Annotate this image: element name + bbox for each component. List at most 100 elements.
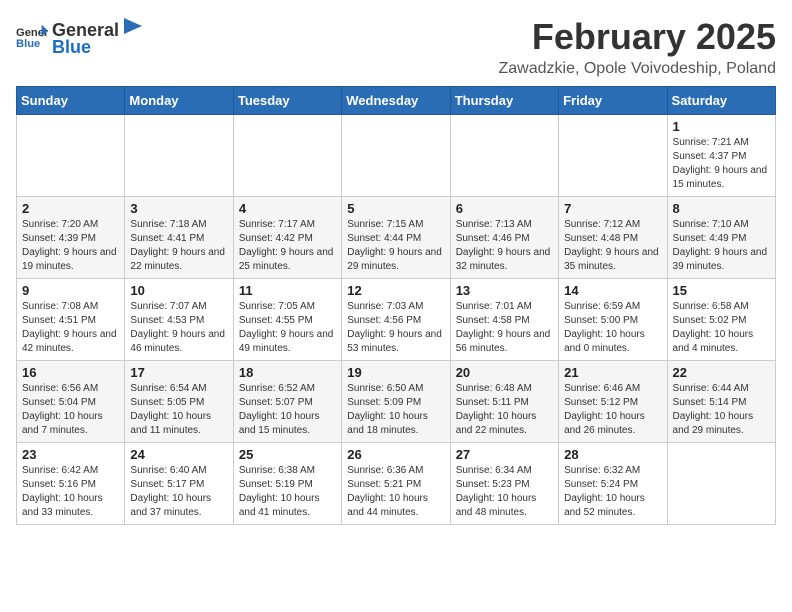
day-number: 2 <box>22 201 119 216</box>
day-number: 3 <box>130 201 227 216</box>
weekday-header-thursday: Thursday <box>450 87 558 115</box>
calendar-cell <box>233 115 341 197</box>
day-number: 28 <box>564 447 661 462</box>
calendar-cell: 7 Sunrise: 7:12 AM Sunset: 4:48 PM Daylig… <box>559 197 667 279</box>
day-number: 24 <box>130 447 227 462</box>
day-number: 15 <box>673 283 770 298</box>
calendar-cell: 17Sunrise: 6:54 AM Sunset: 5:05 PM Dayli… <box>125 361 233 443</box>
calendar-cell <box>667 443 775 525</box>
day-detail: Sunrise: 6:50 AM Sunset: 5:09 PM Dayligh… <box>347 382 444 438</box>
calendar-cell: 11 Sunrise: 7:05 AM Sunset: 4:55 PM Dayli… <box>233 279 341 361</box>
calendar-cell: 6Sunrise: 7:13 AM Sunset: 4:46 PM Daylig… <box>450 197 558 279</box>
day-detail: Sunrise: 7:08 AM Sunset: 4:51 PM Dayligh… <box>22 300 119 356</box>
calendar-cell: 19 Sunrise: 6:50 AM Sunset: 5:09 PM Dayli… <box>342 361 450 443</box>
weekday-header-monday: Monday <box>125 87 233 115</box>
calendar-cell: 1 Sunrise: 7:21 AM Sunset: 4:37 PM Daylig… <box>667 115 775 197</box>
calendar-cell: 8Sunrise: 7:10 AM Sunset: 4:49 PM Daylig… <box>667 197 775 279</box>
day-detail: Sunrise: 7:13 AM Sunset: 4:46 PM Dayligh… <box>456 218 553 274</box>
calendar-week-row: 1 Sunrise: 7:21 AM Sunset: 4:37 PM Daylig… <box>17 115 776 197</box>
day-number: 13 <box>456 283 553 298</box>
day-detail: Sunrise: 6:36 AM Sunset: 5:21 PM Dayligh… <box>347 464 444 520</box>
day-number: 27 <box>456 447 553 462</box>
day-number: 21 <box>564 365 661 380</box>
calendar-cell <box>125 115 233 197</box>
day-detail: Sunrise: 7:12 AM Sunset: 4:48 PM Dayligh… <box>564 218 661 274</box>
day-detail: Sunrise: 6:48 AM Sunset: 5:11 PM Dayligh… <box>456 382 553 438</box>
day-detail: Sunrise: 6:40 AM Sunset: 5:17 PM Dayligh… <box>130 464 227 520</box>
day-number: 5 <box>347 201 444 216</box>
calendar-cell: 24 Sunrise: 6:40 AM Sunset: 5:17 PM Dayli… <box>125 443 233 525</box>
title-area: February 2025 Zawadzkie, Opole Voivodesh… <box>498 16 776 78</box>
calendar-cell: 26 Sunrise: 6:36 AM Sunset: 5:21 PM Dayli… <box>342 443 450 525</box>
calendar-cell: 25 Sunrise: 6:38 AM Sunset: 5:19 PM Dayli… <box>233 443 341 525</box>
calendar-cell: 13 Sunrise: 7:01 AM Sunset: 4:58 PM Dayli… <box>450 279 558 361</box>
calendar-cell: 3 Sunrise: 7:18 AM Sunset: 4:41 PM Daylig… <box>125 197 233 279</box>
day-detail: Sunrise: 7:21 AM Sunset: 4:37 PM Dayligh… <box>673 136 770 192</box>
calendar-cell: 10 Sunrise: 7:07 AM Sunset: 4:53 PM Dayli… <box>125 279 233 361</box>
day-number: 1 <box>673 119 770 134</box>
day-number: 19 <box>347 365 444 380</box>
day-number: 11 <box>239 283 336 298</box>
day-number: 12 <box>347 283 444 298</box>
day-detail: Sunrise: 6:32 AM Sunset: 5:24 PM Dayligh… <box>564 464 661 520</box>
calendar-cell: 14Sunrise: 6:59 AM Sunset: 5:00 PM Dayli… <box>559 279 667 361</box>
day-number: 7 <box>564 201 661 216</box>
calendar-cell: 15 Sunrise: 6:58 AM Sunset: 5:02 PM Dayli… <box>667 279 775 361</box>
calendar-cell: 27 Sunrise: 6:34 AM Sunset: 5:23 PM Dayli… <box>450 443 558 525</box>
day-detail: Sunrise: 6:44 AM Sunset: 5:14 PM Dayligh… <box>673 382 770 438</box>
calendar-week-row: 9 Sunrise: 7:08 AM Sunset: 4:51 PM Daylig… <box>17 279 776 361</box>
calendar-table: SundayMondayTuesdayWednesdayThursdayFrid… <box>16 86 776 525</box>
svg-text:Blue: Blue <box>16 38 40 50</box>
month-title: February 2025 <box>498 16 776 58</box>
calendar-week-row: 23 Sunrise: 6:42 AM Sunset: 5:16 PM Dayli… <box>17 443 776 525</box>
day-detail: Sunrise: 7:07 AM Sunset: 4:53 PM Dayligh… <box>130 300 227 356</box>
calendar-cell: 21 Sunrise: 6:46 AM Sunset: 5:12 PM Dayli… <box>559 361 667 443</box>
day-number: 9 <box>22 283 119 298</box>
calendar-cell: 2 Sunrise: 7:20 AM Sunset: 4:39 PM Daylig… <box>17 197 125 279</box>
calendar-cell: 16 Sunrise: 6:56 AM Sunset: 5:04 PM Dayli… <box>17 361 125 443</box>
calendar-cell: 23 Sunrise: 6:42 AM Sunset: 5:16 PM Dayli… <box>17 443 125 525</box>
day-number: 25 <box>239 447 336 462</box>
weekday-header-friday: Friday <box>559 87 667 115</box>
day-detail: Sunrise: 7:20 AM Sunset: 4:39 PM Dayligh… <box>22 218 119 274</box>
weekday-header-saturday: Saturday <box>667 87 775 115</box>
day-detail: Sunrise: 6:46 AM Sunset: 5:12 PM Dayligh… <box>564 382 661 438</box>
day-detail: Sunrise: 6:56 AM Sunset: 5:04 PM Dayligh… <box>22 382 119 438</box>
calendar-cell <box>342 115 450 197</box>
header-area: General Blue General Blue February 2025 … <box>16 16 776 78</box>
day-detail: Sunrise: 6:52 AM Sunset: 5:07 PM Dayligh… <box>239 382 336 438</box>
day-number: 17 <box>130 365 227 380</box>
day-detail: Sunrise: 6:34 AM Sunset: 5:23 PM Dayligh… <box>456 464 553 520</box>
logo-icon: General Blue <box>16 23 48 51</box>
day-detail: Sunrise: 7:05 AM Sunset: 4:55 PM Dayligh… <box>239 300 336 356</box>
day-detail: Sunrise: 7:18 AM Sunset: 4:41 PM Dayligh… <box>130 218 227 274</box>
calendar-cell: 18Sunrise: 6:52 AM Sunset: 5:07 PM Dayli… <box>233 361 341 443</box>
day-detail: Sunrise: 7:03 AM Sunset: 4:56 PM Dayligh… <box>347 300 444 356</box>
calendar-cell: 5 Sunrise: 7:15 AM Sunset: 4:44 PM Daylig… <box>342 197 450 279</box>
day-number: 23 <box>22 447 119 462</box>
weekday-header-row: SundayMondayTuesdayWednesdayThursdayFrid… <box>17 87 776 115</box>
calendar-week-row: 16 Sunrise: 6:56 AM Sunset: 5:04 PM Dayli… <box>17 361 776 443</box>
calendar-cell <box>17 115 125 197</box>
weekday-header-sunday: Sunday <box>17 87 125 115</box>
day-number: 16 <box>22 365 119 380</box>
day-detail: Sunrise: 6:42 AM Sunset: 5:16 PM Dayligh… <box>22 464 119 520</box>
calendar-cell: 12 Sunrise: 7:03 AM Sunset: 4:56 PM Dayli… <box>342 279 450 361</box>
day-detail: Sunrise: 6:38 AM Sunset: 5:19 PM Dayligh… <box>239 464 336 520</box>
location-title: Zawadzkie, Opole Voivodeship, Poland <box>498 60 776 78</box>
day-detail: Sunrise: 7:01 AM Sunset: 4:58 PM Dayligh… <box>456 300 553 356</box>
logo-arrow-icon <box>120 16 142 36</box>
day-number: 10 <box>130 283 227 298</box>
logo: General Blue General Blue <box>16 16 143 58</box>
weekday-header-wednesday: Wednesday <box>342 87 450 115</box>
day-number: 14 <box>564 283 661 298</box>
calendar-cell: 22 Sunrise: 6:44 AM Sunset: 5:14 PM Dayli… <box>667 361 775 443</box>
calendar-cell <box>559 115 667 197</box>
day-number: 22 <box>673 365 770 380</box>
day-number: 26 <box>347 447 444 462</box>
calendar-cell: 28 Sunrise: 6:32 AM Sunset: 5:24 PM Dayli… <box>559 443 667 525</box>
day-detail: Sunrise: 6:58 AM Sunset: 5:02 PM Dayligh… <box>673 300 770 356</box>
day-detail: Sunrise: 7:15 AM Sunset: 4:44 PM Dayligh… <box>347 218 444 274</box>
calendar-week-row: 2 Sunrise: 7:20 AM Sunset: 4:39 PM Daylig… <box>17 197 776 279</box>
weekday-header-tuesday: Tuesday <box>233 87 341 115</box>
